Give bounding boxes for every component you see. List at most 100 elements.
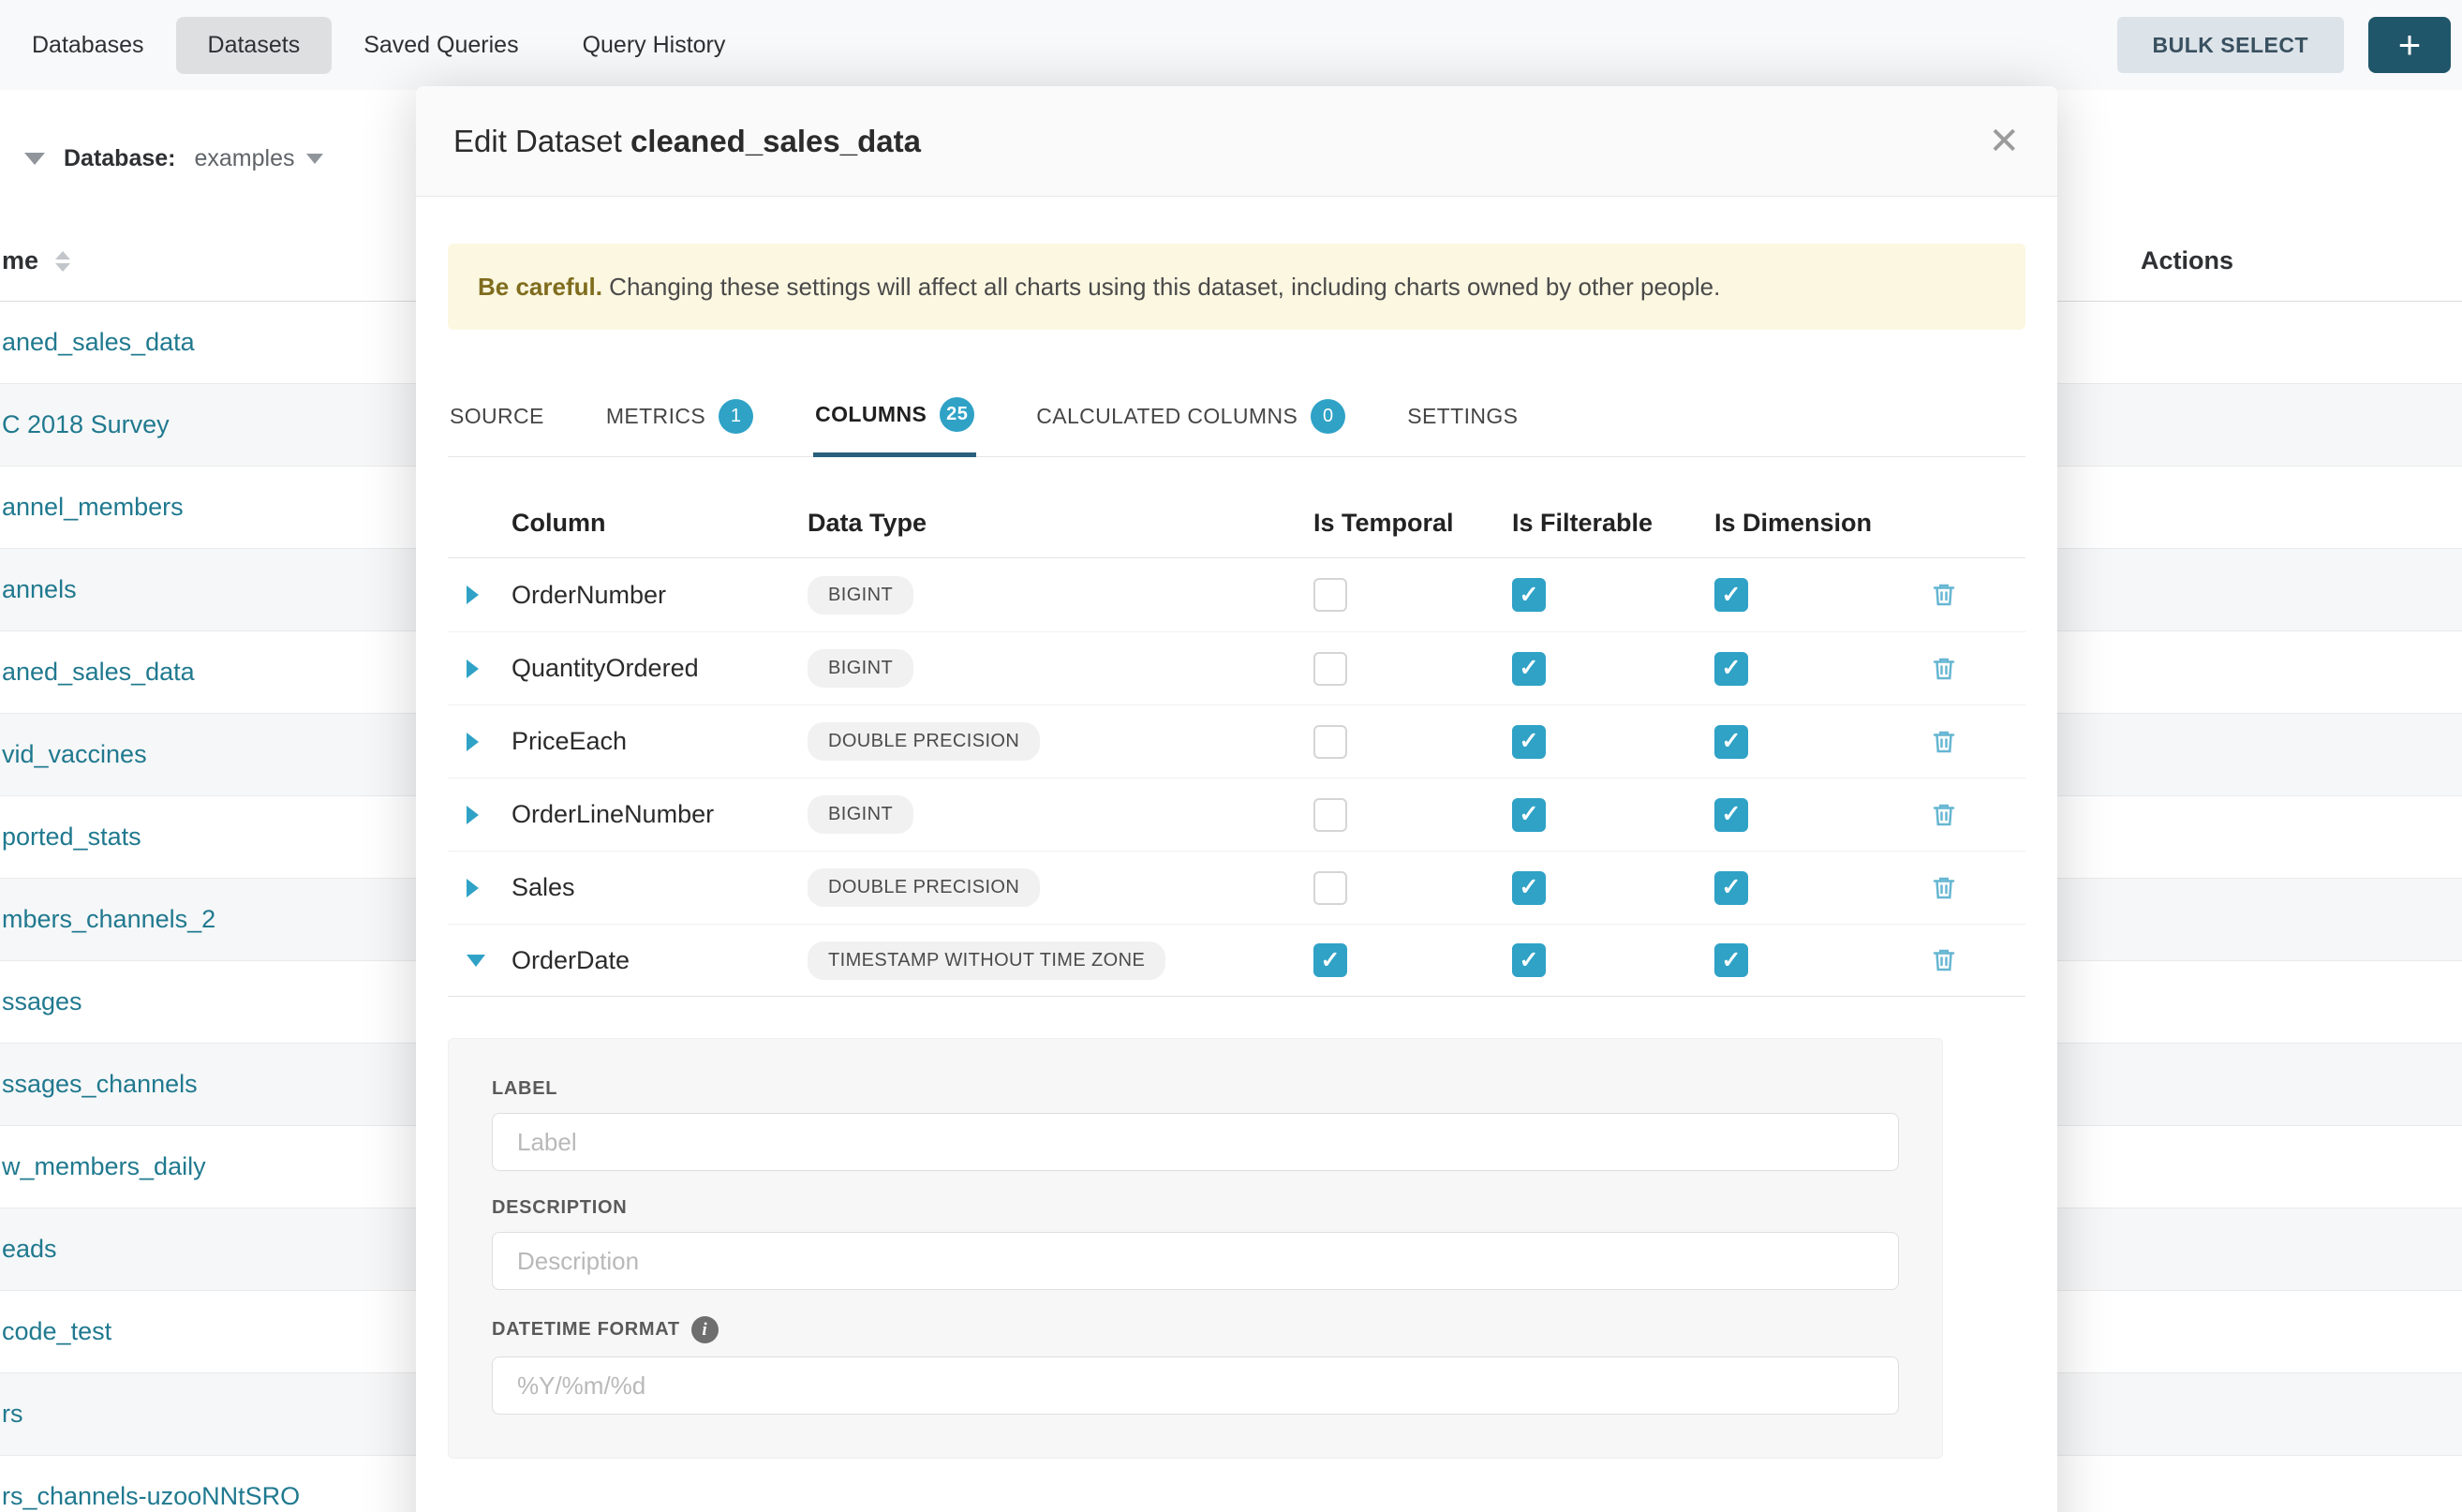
app-window: Databases Datasets Saved Queries Query H… [0, 0, 2462, 1512]
chevron-down-icon [306, 154, 323, 164]
is-filterable-checkbox[interactable]: ✓ [1512, 652, 1546, 686]
dataset-link[interactable]: annels [2, 575, 77, 604]
tab-metrics[interactable]: METRICS 1 [604, 392, 755, 456]
dataset-link[interactable]: w_members_daily [2, 1152, 206, 1181]
dataset-link[interactable]: code_test [2, 1317, 111, 1346]
dataset-link[interactable]: aned_sales_data [2, 328, 195, 357]
delete-column-icon[interactable] [1930, 801, 2025, 829]
data-type-header: Data Type [808, 509, 1313, 538]
dataset-link[interactable]: vid_vaccines [2, 740, 147, 769]
tab-calculated-columns[interactable]: CALCULATED COLUMNS 0 [1034, 392, 1347, 456]
dataset-link[interactable]: aned_sales_data [2, 658, 195, 687]
is-dimension-checkbox[interactable]: ✓ [1714, 798, 1748, 832]
sort-icon[interactable] [55, 251, 70, 272]
columns-count-badge: 25 [940, 397, 974, 432]
nav-tab-databases[interactable]: Databases [0, 17, 176, 74]
database-filter-value: examples [195, 145, 295, 172]
column-row: Sales DOUBLE PRECISION ✓ ✓ ✓ [448, 851, 2025, 924]
modal-title-prefix: Edit Dataset [453, 124, 630, 158]
tab-columns[interactable]: COLUMNS 25 [813, 392, 976, 457]
dataset-link[interactable]: C 2018 Survey [2, 410, 170, 439]
label-input[interactable] [492, 1113, 1899, 1171]
database-filter-label: Database: [64, 145, 176, 172]
is-temporal-checkbox[interactable]: ✓ [1313, 871, 1347, 905]
data-type-pill: DOUBLE PRECISION [808, 722, 1040, 761]
description-input[interactable] [492, 1232, 1899, 1290]
metrics-count-badge: 1 [719, 399, 753, 434]
dataset-link[interactable]: ported_stats [2, 823, 141, 852]
is-dimension-checkbox[interactable]: ✓ [1714, 871, 1748, 905]
column-name: Sales [512, 873, 808, 902]
delete-column-icon[interactable] [1930, 946, 2025, 974]
is-dimension-checkbox[interactable]: ✓ [1714, 943, 1748, 977]
delete-column-icon[interactable] [1930, 655, 2025, 683]
expand-caret-icon[interactable] [467, 955, 485, 967]
expand-caret-icon[interactable] [467, 806, 479, 824]
delete-column-icon[interactable] [1930, 581, 2025, 609]
column-row: OrderLineNumber BIGINT ✓ ✓ ✓ [448, 778, 2025, 851]
tab-source[interactable]: SOURCE [448, 392, 546, 456]
tab-label: SETTINGS [1407, 404, 1518, 429]
columns-table-header: Column Data Type Is Temporal Is Filterab… [448, 489, 2025, 558]
expand-caret-icon[interactable] [467, 733, 479, 751]
column-name: OrderLineNumber [512, 800, 808, 829]
modal-tab-bar: SOURCE METRICS 1 COLUMNS 25 CALCULATED C… [448, 392, 2025, 457]
nav-tab-saved-queries[interactable]: Saved Queries [332, 17, 550, 74]
delete-column-icon[interactable] [1930, 874, 2025, 902]
column-row: OrderNumber BIGINT ✓ ✓ ✓ [448, 558, 2025, 631]
is-temporal-checkbox[interactable]: ✓ [1313, 725, 1347, 759]
data-type-pill: DOUBLE PRECISION [808, 868, 1040, 907]
is-temporal-checkbox[interactable]: ✓ [1313, 943, 1347, 977]
is-filterable-checkbox[interactable]: ✓ [1512, 871, 1546, 905]
nav-tab-query-history[interactable]: Query History [551, 17, 758, 74]
is-temporal-checkbox[interactable]: ✓ [1313, 578, 1347, 612]
dataset-link[interactable]: ssages [2, 987, 82, 1016]
warning-banner-text: Changing these settings will affect all … [602, 273, 1720, 301]
name-column-header[interactable]: me [2, 246, 38, 275]
expand-caret-icon[interactable] [467, 660, 479, 678]
info-icon[interactable]: i [691, 1316, 719, 1343]
dataset-link[interactable]: mbers_channels_2 [2, 905, 215, 934]
delete-column-icon[interactable] [1930, 728, 2025, 756]
datetime-format-input[interactable] [492, 1356, 1899, 1415]
is-dimension-checkbox[interactable]: ✓ [1714, 725, 1748, 759]
dataset-link[interactable]: ssages_channels [2, 1070, 198, 1099]
calculated-columns-count-badge: 0 [1311, 399, 1345, 434]
chevron-down-icon[interactable] [24, 153, 45, 165]
modal-title: Edit Dataset cleaned_sales_data [453, 124, 921, 159]
dataset-link[interactable]: rs [2, 1400, 23, 1429]
is-filterable-checkbox[interactable]: ✓ [1512, 943, 1546, 977]
column-name: OrderNumber [512, 581, 808, 610]
edit-dataset-modal: Edit Dataset cleaned_sales_data ✕ Be car… [416, 86, 2057, 1512]
tab-settings[interactable]: SETTINGS [1405, 392, 1520, 456]
actions-column-header: Actions [2141, 246, 2233, 275]
dataset-link[interactable]: rs_channels-uzooNNtSRO [2, 1482, 300, 1511]
description-field-label: DESCRIPTION [492, 1197, 1899, 1219]
dataset-link[interactable]: annel_members [2, 493, 184, 522]
is-temporal-checkbox[interactable]: ✓ [1313, 798, 1347, 832]
nav-tab-datasets[interactable]: Datasets [176, 17, 333, 74]
expand-caret-icon[interactable] [467, 586, 479, 604]
column-name: PriceEach [512, 727, 808, 756]
top-navbar: Databases Datasets Saved Queries Query H… [0, 0, 2462, 90]
column-name: QuantityOrdered [512, 654, 808, 683]
is-filterable-checkbox[interactable]: ✓ [1512, 798, 1546, 832]
column-name: OrderDate [512, 946, 808, 975]
dataset-link[interactable]: eads [2, 1235, 57, 1264]
expand-caret-icon[interactable] [467, 879, 479, 897]
is-dimension-checkbox[interactable]: ✓ [1714, 652, 1748, 686]
warning-banner-bold: Be careful. [478, 273, 602, 301]
close-icon[interactable]: ✕ [1988, 123, 2020, 160]
column-row: OrderDate TIMESTAMP WITHOUT TIME ZONE ✓ … [448, 924, 2025, 997]
is-filterable-checkbox[interactable]: ✓ [1512, 725, 1546, 759]
data-type-pill: BIGINT [808, 795, 913, 834]
is-temporal-checkbox[interactable]: ✓ [1313, 652, 1347, 686]
column-detail-panel: LABEL DESCRIPTION DATETIME FORMAT i [448, 1038, 1943, 1459]
column-header: Column [512, 509, 808, 538]
database-filter-select[interactable]: examples [195, 145, 323, 172]
add-dataset-button[interactable]: + [2368, 17, 2451, 73]
is-dimension-checkbox[interactable]: ✓ [1714, 578, 1748, 612]
bulk-select-button[interactable]: BULK SELECT [2117, 17, 2345, 73]
is-filterable-checkbox[interactable]: ✓ [1512, 578, 1546, 612]
filter-bar: Database: examples [0, 122, 323, 195]
